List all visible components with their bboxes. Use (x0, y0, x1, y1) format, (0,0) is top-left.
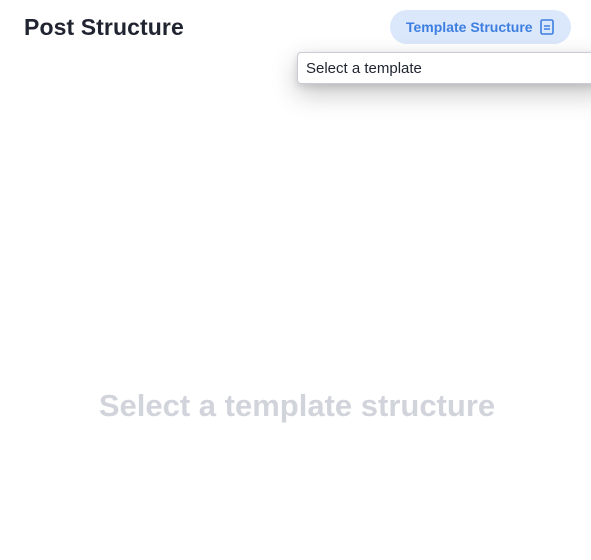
template-structure-button-label: Template Structure (406, 19, 533, 35)
empty-state-message: Select a template structure (98, 388, 496, 423)
template-select[interactable]: Select a template (297, 52, 591, 84)
document-icon (539, 19, 554, 35)
template-select-value: Select a template (306, 59, 422, 77)
post-structure-page: Post Structure Template Structure Select… (0, 0, 591, 560)
template-structure-button[interactable]: Template Structure (390, 10, 571, 44)
page-title: Post Structure (24, 14, 184, 40)
